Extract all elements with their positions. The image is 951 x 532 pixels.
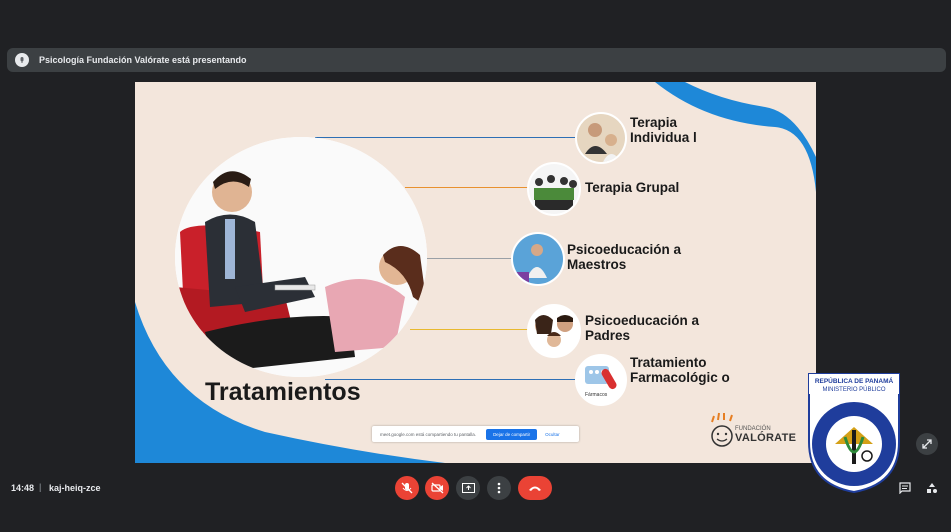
individual-therapy-thumbnail	[575, 112, 627, 164]
item-label: Terapia Grupal	[585, 180, 680, 195]
meeting-code: kaj-heiq-zce	[49, 483, 101, 493]
chat-button[interactable]	[893, 476, 917, 500]
presenter-icon	[15, 53, 29, 67]
therapy-session-photo	[175, 137, 427, 377]
more-vert-icon	[497, 482, 501, 494]
item-label: Tratamiento Farmacológic o	[630, 355, 730, 385]
logo-name: VALÓRATE	[735, 432, 797, 444]
slide-title: Tratamientos	[205, 378, 361, 406]
medication-thumbnail-text: Fármacos	[585, 392, 608, 398]
teachers-thumbnail	[511, 232, 565, 286]
end-call-button[interactable]	[518, 476, 552, 500]
seal-line2: MINISTERIO PÚBLICO	[822, 386, 885, 393]
expand-icon	[922, 439, 932, 449]
meeting-bottom-bar: 14:48 | kaj-heiq-zce	[0, 476, 951, 500]
screen-share-notification: meet.google.com está compartiendo tu pan…	[372, 426, 579, 442]
connector-line	[405, 187, 530, 188]
camera-toggle-button[interactable]	[425, 476, 449, 500]
hide-button[interactable]: Ocultar	[545, 432, 560, 437]
parents-thumbnail	[527, 304, 581, 358]
presenting-banner: Psicología Fundación Valórate está prese…	[7, 48, 946, 72]
group-therapy-thumbnail	[527, 162, 581, 216]
present-icon	[461, 482, 475, 493]
camera-off-icon	[430, 482, 443, 494]
medication-thumbnail: Fármacos	[575, 354, 627, 406]
item-label: Terapia Individua l	[630, 115, 697, 145]
connector-line	[325, 379, 575, 380]
valorate-logo: FUNDACIÓN VALÓRATE	[735, 426, 796, 444]
hang-up-icon	[529, 486, 541, 491]
activities-icon	[927, 483, 937, 493]
item-label: Psicoeducación a Maestros	[567, 242, 682, 272]
seal-line1: REPÚBLICA DE PANAMÁ	[815, 376, 894, 385]
mic-toggle-button[interactable]	[395, 476, 419, 500]
mic-off-icon	[401, 482, 413, 494]
connector-line	[427, 258, 512, 259]
expand-button[interactable]	[916, 433, 938, 455]
clock-time: 14:48	[11, 483, 35, 493]
present-screen-button[interactable]	[456, 476, 480, 500]
more-options-button[interactable]	[487, 476, 511, 500]
chat-icon	[899, 482, 911, 494]
activities-button[interactable]	[920, 476, 944, 500]
item-label: Psicoeducación a Padres	[585, 313, 700, 343]
connector-line	[410, 329, 530, 330]
stop-sharing-button[interactable]: Dejar de compartir	[486, 428, 538, 440]
presentation-slide: Tratamientos Terapia Individua l Terapia…	[135, 82, 816, 463]
connector-line	[315, 137, 575, 138]
separator: |	[39, 482, 42, 492]
presenting-text: Psicología Fundación Valórate está prese…	[39, 55, 247, 65]
share-notice-text: meet.google.com está compartiendo tu pan…	[380, 431, 477, 437]
valorate-logo-icon	[711, 412, 733, 447]
